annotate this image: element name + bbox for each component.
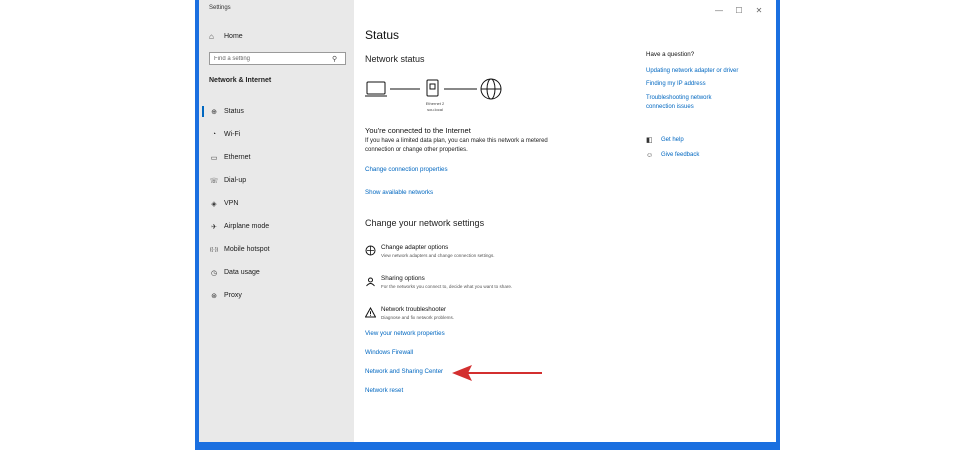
connection-status-desc: If you have a limited data plan, you can… — [365, 138, 548, 153]
help-link-ip-address[interactable]: Finding my IP address — [646, 81, 706, 87]
sidebar-item-label: Wi-Fi — [224, 131, 241, 138]
vpn-icon: ◈ — [211, 200, 217, 208]
proxy-icon: ⊛ — [211, 292, 217, 300]
change-settings-heading: Change your network settings — [365, 218, 485, 228]
sidebar-item-label: Proxy — [224, 292, 242, 299]
search-icon[interactable]: ⚲ — [332, 55, 337, 63]
help-link-adapter-driver[interactable]: Updating network adapter or driver — [646, 68, 738, 74]
sidebar-item-label: Status — [224, 108, 244, 115]
option-desc: For the networks you connect to, decide … — [381, 284, 513, 289]
help-link-connection-issues[interactable]: Troubleshooting network connection issue… — [646, 94, 741, 112]
globe-icon — [480, 78, 502, 100]
adapter-name: Ethernet 2 — [425, 101, 445, 106]
network-sharing-center-link[interactable]: Network and Sharing Center — [365, 368, 443, 375]
feedback-icon: ☺ — [646, 151, 654, 159]
home-link[interactable]: ⌂ Home — [209, 30, 243, 42]
give-feedback-label: Give feedback — [661, 152, 700, 158]
data-usage-icon: ◷ — [210, 269, 218, 277]
sidebar-item-label: VPN — [224, 200, 239, 207]
view-network-properties-link[interactable]: View your network properties — [365, 330, 445, 337]
windows-firewall-link[interactable]: Windows Firewall — [365, 349, 413, 356]
ethernet-icon: ▭ — [210, 154, 218, 162]
help-question: Have a question? — [646, 51, 695, 58]
sidebar-item-wifi[interactable]: ◔ Wi-Fi — [199, 123, 354, 146]
adapter-icon — [365, 245, 376, 256]
change-connection-properties-link[interactable]: Change connection properties — [365, 166, 448, 173]
network-status-heading: Network status — [365, 54, 425, 64]
sharing-options[interactable]: Sharing options For the networks you con… — [365, 274, 575, 296]
sidebar-item-label: Dial-up — [224, 177, 247, 184]
status-icon: ⊕ — [211, 108, 217, 116]
give-feedback-link[interactable]: ☺ Give feedback — [646, 150, 699, 160]
dialup-icon: ☏ — [209, 177, 219, 185]
network-reset-link[interactable]: Network reset — [365, 387, 403, 394]
section-title: Network & Internet — [209, 77, 272, 84]
sidebar-item-label: Ethernet — [224, 154, 251, 161]
sidebar-item-data-usage[interactable]: ◷ Data usage — [199, 261, 354, 284]
sidebar-item-label: Mobile hotspot — [224, 246, 270, 253]
show-available-networks-link[interactable]: Show available networks — [365, 189, 433, 196]
airplane-icon: ✈ — [211, 223, 217, 231]
home-icon: ⌂ — [209, 31, 214, 41]
sidebar-item-ethernet[interactable]: ▭ Ethernet — [199, 146, 354, 169]
sidebar-item-vpn[interactable]: ◈ VPN — [199, 192, 354, 215]
page-title: Status — [365, 28, 400, 42]
get-help-link[interactable]: ◧ Get help — [646, 135, 684, 145]
search-input[interactable] — [210, 55, 330, 62]
get-help-label: Get help — [661, 137, 684, 143]
sidebar-item-mobile-hotspot[interactable]: ((·)) Mobile hotspot — [199, 238, 354, 261]
option-title: Network troubleshooter — [381, 306, 447, 313]
sidebar-item-airplane-mode[interactable]: ✈ Airplane mode — [199, 215, 354, 238]
sidebar-item-label: Data usage — [224, 269, 260, 276]
option-title: Sharing options — [381, 275, 425, 282]
ethernet-adapter-icon — [426, 79, 439, 97]
sidebar-item-dialup[interactable]: ☏ Dial-up — [199, 169, 354, 192]
change-adapter-options[interactable]: Change adapter options View network adap… — [365, 243, 575, 265]
hotspot-icon: ((·)) — [209, 246, 219, 253]
sidebar-nav: ⊕ Status ◔ Wi-Fi ▭ Ethernet ☏ Dial-up ◈ … — [199, 100, 354, 307]
option-title: Change adapter options — [381, 244, 449, 251]
option-desc: View network adapters and change connect… — [381, 253, 495, 258]
option-desc: Diagnose and fix network problems. — [381, 315, 455, 320]
warning-icon — [365, 307, 376, 318]
wifi-icon: ◔ — [211, 131, 217, 138]
chat-bubble-icon: ◧ — [646, 137, 653, 144]
sidebar-item-status[interactable]: ⊕ Status — [199, 100, 354, 123]
window-title: Settings — [209, 5, 231, 11]
network-troubleshooter[interactable]: Network troubleshooter Diagnose and fix … — [365, 305, 575, 327]
connection-status-title: You're connected to the Internet — [365, 126, 471, 135]
sidebar-item-proxy[interactable]: ⊛ Proxy — [199, 284, 354, 307]
home-label: Home — [224, 32, 243, 40]
search-box[interactable]: ⚲ — [209, 52, 346, 65]
sharing-icon — [366, 277, 375, 287]
adapter-domain: sou.local — [427, 107, 443, 112]
red-arrow-annotation — [452, 365, 542, 381]
sidebar: Settings ⌂ Home ⚲ Network & Internet ⊕ S… — [199, 0, 354, 442]
sidebar-item-label: Airplane mode — [224, 223, 270, 230]
laptop-icon — [365, 81, 387, 97]
help-panel: Have a question? Updating network adapte… — [646, 0, 771, 442]
